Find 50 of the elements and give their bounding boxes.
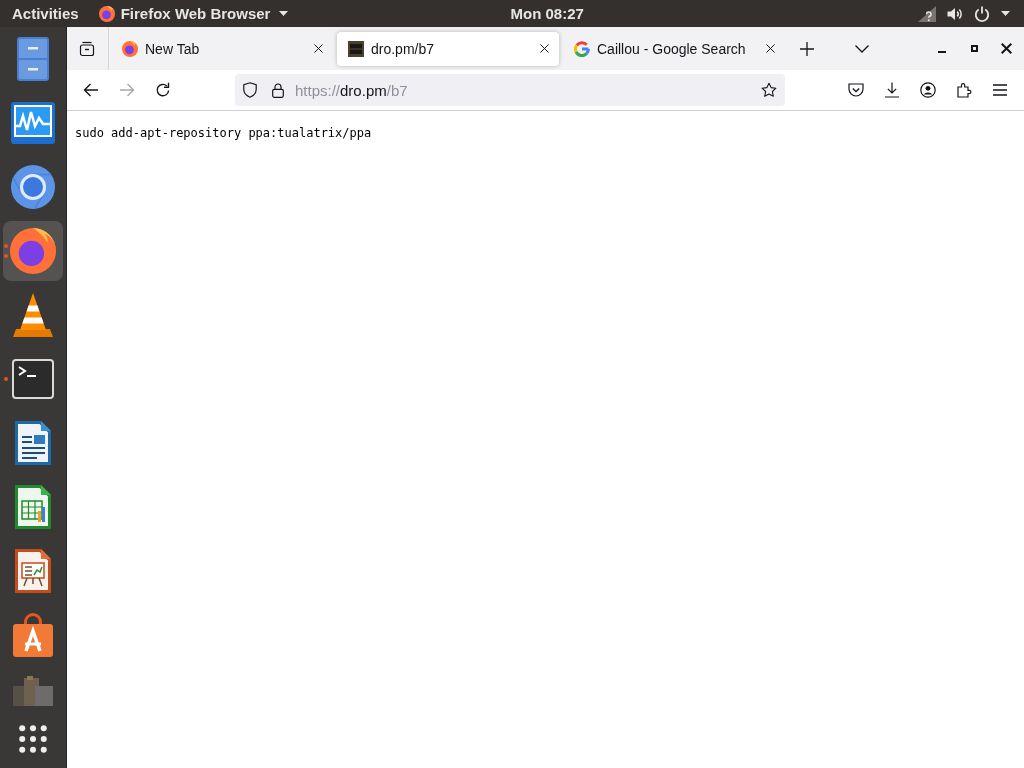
activities-button[interactable]: Activities (12, 1, 79, 26)
pocket-icon (848, 82, 864, 98)
presentation-icon (15, 549, 51, 593)
tab[interactable]: dro.pm/b7 (337, 31, 559, 66)
g-logo-icon (574, 40, 590, 57)
reload-icon (155, 82, 171, 98)
address-bar[interactable]: https://dro.pm/b7 (235, 74, 785, 106)
spreadsheet-icon (15, 485, 51, 529)
shield-icon (243, 82, 257, 98)
square-favicon-icon (348, 40, 364, 57)
ring-icon (11, 165, 55, 209)
left-arrow-icon (83, 82, 99, 98)
url-text[interactable]: https://dro.pm/b7 (295, 81, 408, 99)
power-icon (974, 5, 990, 22)
close-icon (539, 44, 549, 53)
file-cabinet-icon (17, 37, 49, 81)
caret-icon (279, 11, 289, 16)
plus-icon (800, 41, 814, 56)
clock-button[interactable]: Mon 08:27 (510, 1, 584, 26)
right-arrow-icon (119, 82, 135, 98)
page-text: sudo add-apt-repository ppa:tualatrix/ppa (75, 125, 372, 141)
app-menu-button[interactable]: Firefox Web Browser (98, 1, 289, 26)
terminal-icon (12, 359, 54, 399)
lock-icon (272, 82, 284, 98)
text-document-icon (15, 421, 51, 465)
boxes-icon (13, 676, 53, 706)
menu-icon (992, 82, 1008, 98)
app-grid-icon (19, 725, 47, 753)
fox-globe-icon (98, 5, 115, 22)
fox-globe-icon (10, 228, 56, 274)
close-icon (1000, 43, 1012, 54)
fox-globe-icon (122, 40, 138, 57)
signal-question-icon (918, 5, 936, 22)
shopping-bag-icon (13, 613, 53, 657)
puzzle-icon (956, 82, 972, 98)
tab[interactable]: New Tab (111, 31, 333, 66)
account-icon (920, 82, 936, 98)
tab[interactable]: Caillou - Google Search (563, 31, 785, 66)
activity-graph-icon (11, 102, 55, 144)
minimize-icon (938, 50, 946, 53)
caret-icon (1001, 11, 1010, 16)
close-icon (765, 44, 775, 53)
close-icon (313, 44, 323, 53)
tab-stack-icon (79, 40, 95, 57)
maximize-icon (970, 45, 978, 52)
volume-icon (947, 5, 963, 22)
traffic-cone-icon (13, 293, 53, 337)
chevron-down-icon (855, 44, 869, 53)
download-icon (884, 82, 900, 98)
star-icon (761, 82, 777, 98)
